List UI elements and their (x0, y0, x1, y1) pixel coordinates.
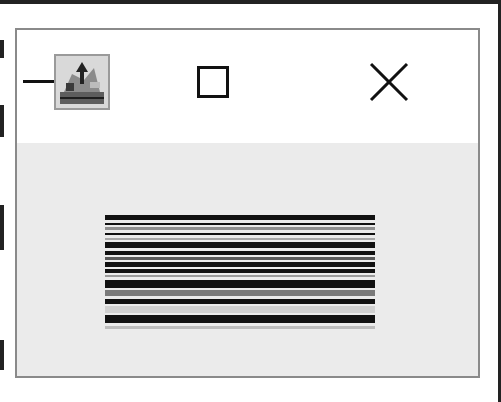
close-icon[interactable] (369, 62, 409, 102)
app-window (15, 28, 480, 378)
title-bar[interactable] (17, 30, 478, 143)
left-border-segment (0, 205, 4, 250)
left-border-segment (0, 105, 4, 137)
maximize-icon[interactable] (197, 66, 229, 98)
left-border-segment (0, 340, 4, 370)
app-icon[interactable] (54, 54, 110, 110)
left-border-segment (0, 40, 4, 58)
screenshot (0, 0, 501, 402)
barcode-graphic (105, 215, 375, 329)
minimize-icon[interactable] (23, 80, 57, 83)
outer-top-border (0, 0, 501, 4)
